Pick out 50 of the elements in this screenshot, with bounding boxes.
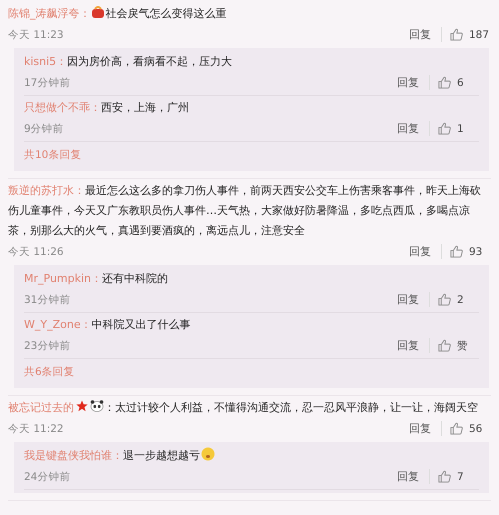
timestamp: 今天 11:22 bbox=[8, 422, 65, 436]
thumbs-up-icon[interactable] bbox=[438, 339, 451, 352]
username-link[interactable]: W_Y_Zone： bbox=[24, 318, 92, 331]
reply-button[interactable]: 回复 bbox=[399, 244, 442, 259]
comment-text: Mr_Pumpkin：还有中科院的 bbox=[24, 271, 170, 287]
comment-text: 我是键盘侠我怕谁：退一步越想越亏 bbox=[24, 446, 479, 466]
username-link[interactable]: Mr_Pumpkin： bbox=[24, 272, 102, 285]
reply-button[interactable]: 回复 bbox=[387, 75, 430, 90]
comment-text: 叛逆的苏打水：最近怎么这么多的拿刀伤人事件，前两天西安公交车上伤害乘客事件，昨天上海砍伤儿童事件，今天又广东教职员伤人事件…天气热，大家做好防暑降温，多吃点西瓜，多喝点凉茶，别那么大的火气，真遇到要酒疯的，离远点儿，注意安全 bbox=[8, 183, 482, 239]
reply-button[interactable]: 回复 bbox=[399, 421, 442, 436]
timestamp: 24分钟前 bbox=[24, 470, 72, 484]
like-count: 93 bbox=[469, 246, 484, 258]
thumbs-up-icon[interactable] bbox=[438, 76, 451, 89]
username-link[interactable]: 我是键盘侠我怕谁： bbox=[24, 449, 123, 462]
reply-button[interactable]: 回复 bbox=[387, 469, 430, 484]
like-count: 2 bbox=[457, 294, 465, 306]
username-link[interactable]: 陈锦_涛飙浮夸： bbox=[8, 7, 90, 20]
comment-text: W_Y_Zone：中科院又出了什么事 bbox=[24, 317, 192, 333]
like-count: 56 bbox=[469, 422, 484, 434]
comment-text: 只想做个不乖：西安，上海，广州 bbox=[24, 100, 190, 116]
like-count: 赞 bbox=[457, 338, 469, 352]
reply-button[interactable]: 回复 bbox=[387, 338, 430, 353]
username-link[interactable]: 被忘记过去的 bbox=[8, 401, 74, 414]
thumbs-up-icon[interactable] bbox=[438, 293, 451, 306]
reply-button[interactable]: 回复 bbox=[387, 121, 430, 136]
timestamp: 17分钟前 bbox=[24, 76, 72, 90]
timestamp: 23分钟前 bbox=[24, 338, 72, 352]
thumbs-up-icon[interactable] bbox=[438, 470, 451, 483]
thumbs-up-icon[interactable] bbox=[450, 422, 463, 435]
comment-text: 陈锦_涛飙浮夸： 社会戾气怎么变得这么重 bbox=[8, 4, 228, 22]
like-count: 1 bbox=[457, 122, 465, 134]
username-link[interactable]: 只想做个不乖： bbox=[24, 101, 101, 114]
thumbs-up-icon[interactable] bbox=[438, 122, 451, 135]
timestamp: 今天 11:23 bbox=[8, 28, 65, 42]
username-link[interactable]: kisni5： bbox=[24, 55, 68, 68]
more-replies-link[interactable]: 共6条回复 bbox=[24, 359, 75, 385]
timestamp: 今天 11:26 bbox=[8, 244, 65, 258]
more-replies-link[interactable]: 共10条回复 bbox=[24, 142, 82, 168]
timestamp: 9分钟前 bbox=[24, 122, 65, 136]
comment-text: kisni5：因为房价高，看病看不起，压力大 bbox=[24, 54, 234, 70]
like-count: 6 bbox=[457, 76, 465, 88]
comment-text: 被忘记过去的 ：太过计较个人利益，不懂得沟通交流，忍一忍风平浪静，让一让，海阔天空 bbox=[8, 399, 479, 416]
like-count: 187 bbox=[469, 28, 490, 40]
like-count: 7 bbox=[457, 470, 465, 482]
reply-button[interactable]: 回复 bbox=[387, 292, 430, 307]
thumbs-up-icon[interactable] bbox=[450, 28, 463, 41]
username-link[interactable]: 叛逆的苏打水： bbox=[8, 184, 85, 197]
reply-button[interactable]: 回复 bbox=[399, 27, 442, 42]
timestamp: 31分钟前 bbox=[24, 292, 72, 306]
thumbs-up-icon[interactable] bbox=[450, 245, 463, 258]
